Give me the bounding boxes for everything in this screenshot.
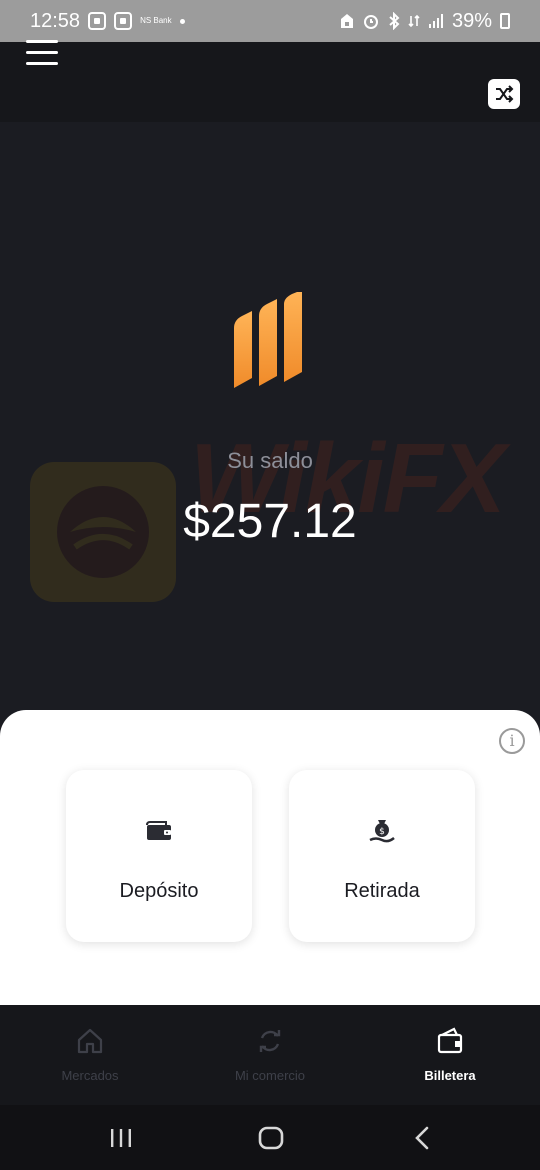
withdraw-label: Retirada — [344, 880, 420, 902]
svg-text:$: $ — [379, 827, 385, 837]
deposit-button[interactable]: Depósito — [66, 770, 252, 942]
notification-dot-icon — [179, 18, 185, 24]
withdraw-button[interactable]: $ Retirada — [289, 770, 475, 942]
brand-logo — [234, 292, 302, 388]
data-arrows-icon — [408, 14, 420, 28]
status-bar-left: 12:58 NS Bank — [30, 10, 185, 33]
battery-percent: 39% — [451, 9, 492, 32]
bottom-tab-bar: Mercados Mi comercio Billetera — [0, 1005, 540, 1105]
back-icon[interactable] — [408, 1123, 438, 1153]
alarm-icon — [363, 15, 378, 29]
notification-app-icon — [88, 12, 107, 30]
refresh-icon — [259, 1030, 281, 1052]
notification-app-icon-2 — [114, 12, 133, 30]
home-button-icon[interactable] — [256, 1123, 286, 1153]
tab-markets-label: Mercados — [61, 1068, 119, 1083]
status-time: 12:58 — [30, 9, 81, 32]
balance-label: Su saldo — [227, 448, 313, 473]
tab-my-trade-label: Mi comercio — [234, 1068, 306, 1083]
hamburger-menu-icon[interactable] — [26, 40, 58, 65]
status-bar: 12:58 NS Bank 39% — [0, 0, 540, 42]
signal-icon — [428, 14, 443, 28]
bluetooth-icon — [389, 12, 400, 30]
notification-bank-text: NS Bank — [140, 16, 172, 25]
tab-wallet-label: Billetera — [424, 1068, 476, 1083]
wallet-icon — [146, 821, 171, 840]
deposit-label: Depósito — [119, 880, 199, 902]
status-bar-right: 39% — [340, 10, 510, 33]
system-navigation-bar — [0, 1105, 540, 1170]
info-icon[interactable]: i — [499, 728, 525, 754]
wallet-tab-icon — [437, 1027, 463, 1054]
tab-wallet[interactable]: Billetera — [380, 1025, 520, 1083]
tab-markets[interactable]: Mercados — [20, 1025, 160, 1083]
shuffle-icon[interactable] — [488, 79, 520, 109]
battery-icon — [500, 13, 510, 29]
home-icon — [77, 1028, 103, 1054]
lock-home-icon — [340, 14, 353, 28]
money-bag-hand-icon: $ — [369, 820, 395, 843]
tab-my-trade[interactable]: Mi comercio — [200, 1025, 340, 1083]
top-app-bar — [0, 42, 540, 122]
balance-amount: $257.12 — [183, 495, 357, 548]
recent-apps-icon[interactable] — [106, 1123, 136, 1153]
